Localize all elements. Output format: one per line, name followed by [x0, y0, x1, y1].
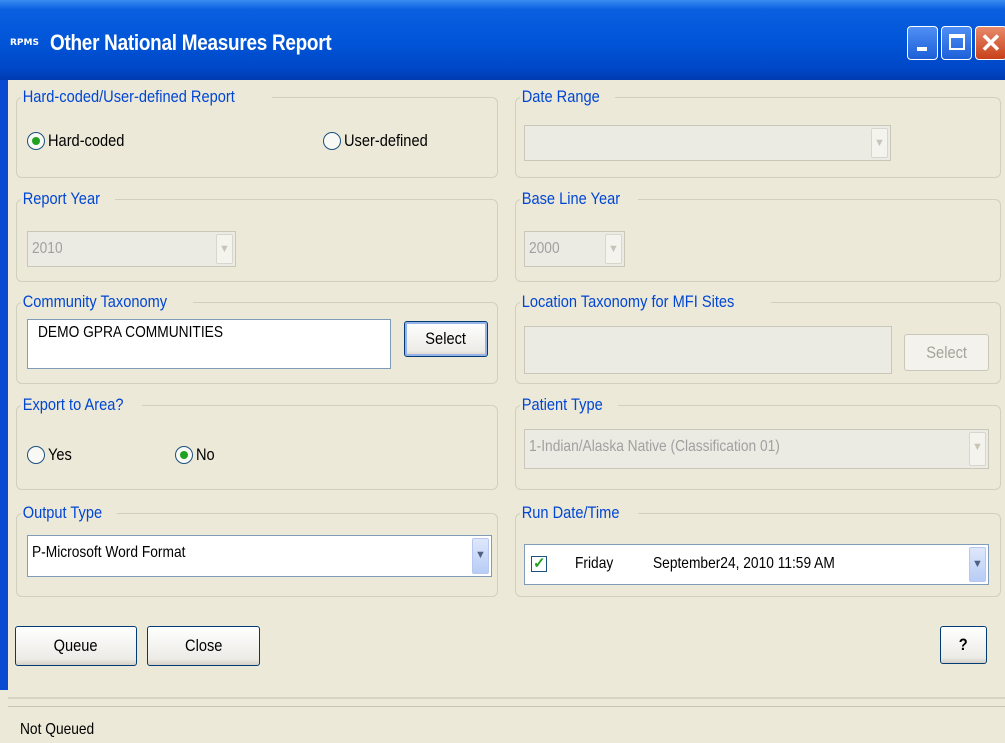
chevron-down-icon[interactable]: ▼	[871, 128, 888, 158]
community-taxonomy-legend: Community Taxonomy	[22, 292, 168, 311]
run-date-time-legend: Run Date/Time	[521, 503, 620, 522]
chevron-down-icon[interactable]: ▼	[605, 234, 622, 264]
checkmark-icon: ✓	[533, 555, 546, 572]
maximize-icon	[949, 34, 965, 50]
report-type-legend: Hard-coded/User-defined Report	[22, 87, 235, 106]
run-day-value: Friday	[575, 555, 614, 572]
community-select-button[interactable]: Select	[404, 321, 488, 357]
export-yes-radio[interactable]	[27, 446, 45, 464]
maximize-button[interactable]	[941, 26, 972, 60]
minimize-button[interactable]	[907, 26, 938, 60]
date-range-select[interactable]: ▼	[524, 125, 891, 161]
base-line-year-legend: Base Line Year	[521, 189, 621, 208]
user-defined-label[interactable]: User-defined	[344, 131, 441, 151]
export-no-radio[interactable]	[175, 446, 193, 464]
title-bar[interactable]: RPMS Other National Measures Report ✕	[0, 0, 1005, 80]
status-divider	[8, 697, 1005, 699]
hard-coded-label[interactable]: Hard-coded	[48, 131, 137, 151]
patient-type-value: 1-Indian/Alaska Native (Classification 0…	[529, 438, 780, 455]
export-to-area-group: Export to Area?	[16, 396, 498, 490]
chevron-down-icon[interactable]: ▼	[969, 547, 986, 582]
chevron-down-icon[interactable]: ▼	[472, 538, 489, 574]
close-button[interactable]: Close	[147, 626, 260, 666]
run-date-value: September24, 2010 11:59 AM	[653, 555, 835, 572]
close-icon: ✕	[980, 28, 1002, 58]
date-range-legend: Date Range	[521, 87, 600, 106]
report-year-select[interactable]: 2010 ▼	[27, 231, 236, 267]
status-text: Not Queued	[20, 721, 95, 738]
report-year-value: 2010	[32, 240, 63, 257]
hard-coded-radio[interactable]	[27, 132, 45, 150]
user-defined-radio[interactable]	[323, 132, 341, 150]
chevron-down-icon[interactable]: ▼	[216, 234, 233, 264]
export-no-label[interactable]: No	[196, 445, 218, 465]
community-taxonomy-field[interactable]: DEMO GPRA COMMUNITIES	[27, 319, 391, 369]
location-taxonomy-field[interactable]	[524, 326, 892, 374]
run-date-time-picker[interactable]: ✓ Friday September24, 2010 11:59 AM ▼	[524, 544, 989, 585]
app-icon: RPMS	[10, 38, 39, 48]
export-to-area-legend: Export to Area?	[22, 395, 124, 414]
report-year-legend: Report Year	[22, 189, 100, 208]
community-taxonomy-value: DEMO GPRA COMMUNITIES	[38, 324, 224, 341]
location-taxonomy-legend: Location Taxonomy for MFI Sites	[521, 292, 735, 311]
queue-button[interactable]: Queue	[15, 626, 137, 666]
output-type-value: P-Microsoft Word Format	[32, 544, 186, 561]
output-type-legend: Output Type	[22, 503, 103, 522]
run-date-checkbox[interactable]: ✓	[531, 555, 547, 572]
window-left-border	[0, 80, 8, 690]
close-window-button[interactable]: ✕	[975, 26, 1005, 60]
chevron-down-icon[interactable]: ▼	[969, 432, 986, 466]
export-yes-label[interactable]: Yes	[48, 445, 76, 465]
base-line-year-value: 2000	[529, 240, 560, 257]
output-type-select[interactable]: P-Microsoft Word Format ▼	[27, 535, 492, 577]
base-line-year-select[interactable]: 2000 ▼	[524, 231, 625, 267]
help-button[interactable]: ?	[940, 626, 987, 664]
minimize-icon	[917, 47, 927, 51]
patient-type-legend: Patient Type	[521, 395, 603, 414]
patient-type-select[interactable]: 1-Indian/Alaska Native (Classification 0…	[524, 429, 989, 469]
status-bar: Not Queued	[8, 706, 1005, 743]
report-window: RPMS Other National Measures Report ✕ Ha…	[0, 0, 1005, 743]
location-select-button[interactable]: Select	[904, 334, 989, 371]
window-title: Other National Measures Report	[50, 30, 332, 55]
